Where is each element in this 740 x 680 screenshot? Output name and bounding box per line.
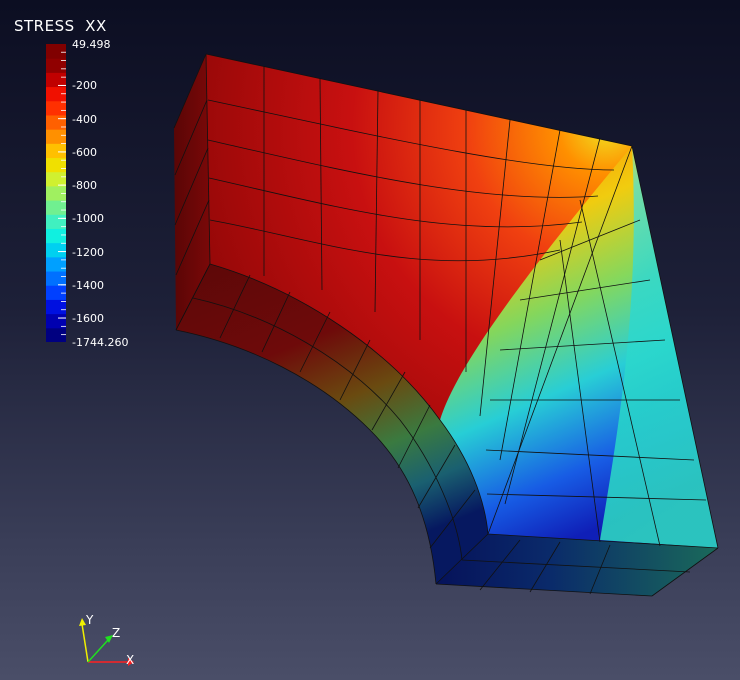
model-viewport[interactable] bbox=[0, 0, 740, 680]
x-axis-label: X bbox=[126, 653, 135, 667]
y-axis-label: Y bbox=[86, 613, 94, 627]
z-axis-label: Z bbox=[112, 626, 121, 640]
